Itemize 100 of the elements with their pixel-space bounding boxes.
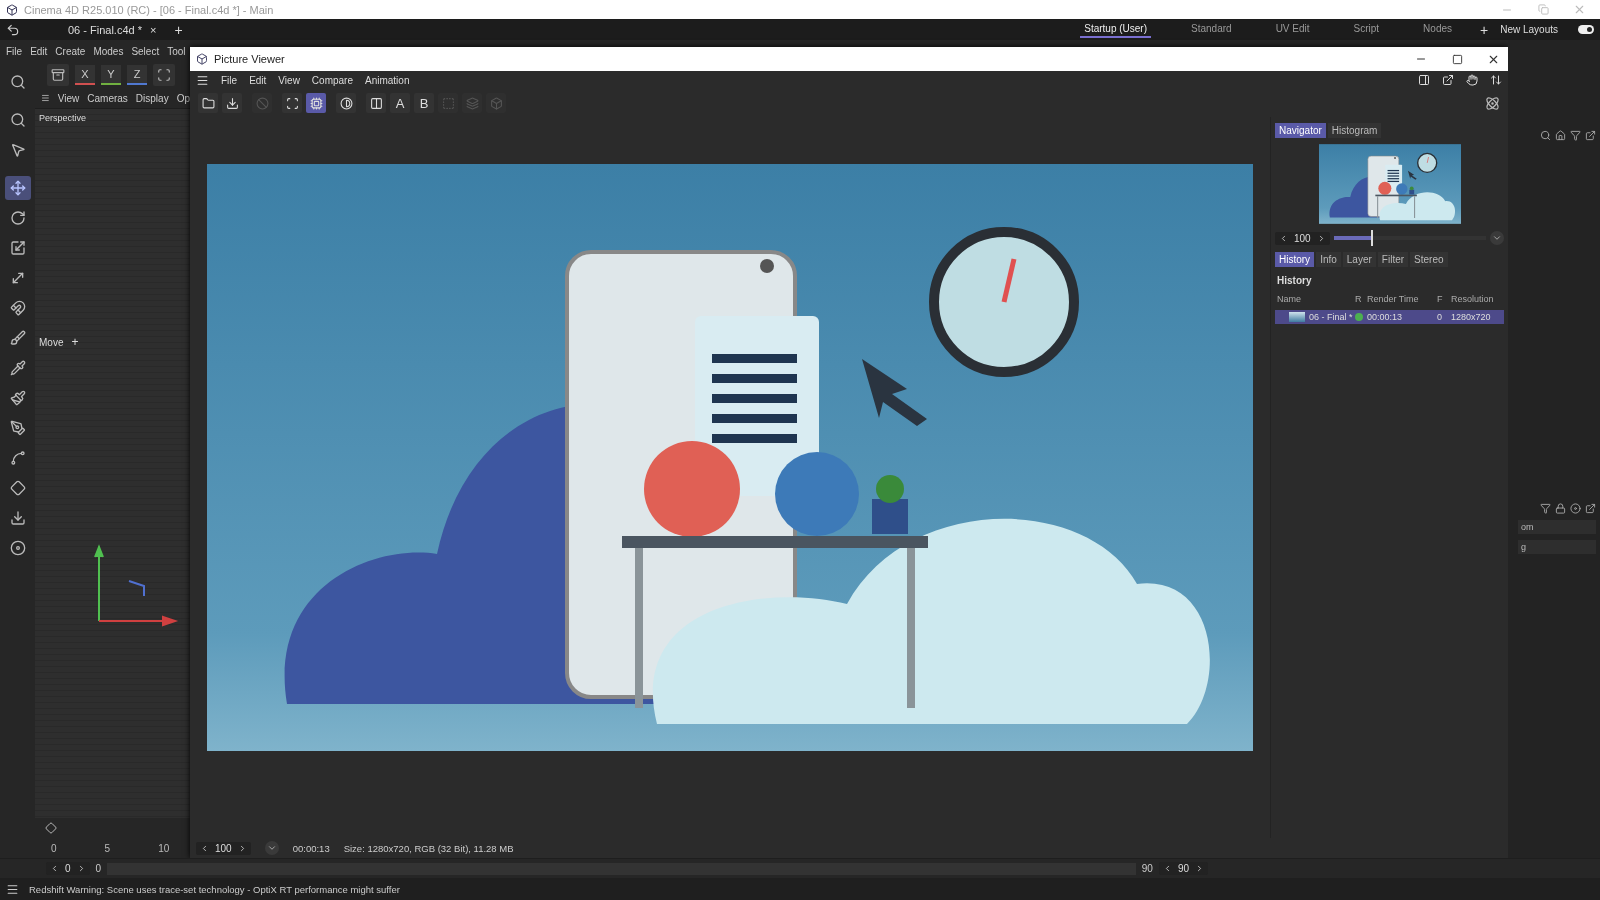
- panel-tab[interactable]: Stereo: [1410, 252, 1448, 267]
- menu-icon[interactable]: [6, 882, 19, 896]
- menu-item[interactable]: View: [278, 74, 300, 86]
- menu-item[interactable]: Create: [55, 45, 86, 57]
- add-button[interactable]: +: [71, 335, 79, 349]
- tool-button[interactable]: [4, 176, 31, 200]
- property-field[interactable]: g: [1518, 540, 1596, 554]
- menu-item[interactable]: Op: [176, 92, 190, 104]
- menu-item[interactable]: File: [6, 45, 23, 57]
- toolbar-icon: [441, 96, 455, 110]
- filter-icon[interactable]: [1570, 130, 1581, 141]
- menu-item[interactable]: Edit: [249, 74, 267, 86]
- panel-tab[interactable]: History: [1275, 252, 1315, 267]
- menu-item[interactable]: View: [57, 92, 80, 104]
- column-header: R: [1355, 294, 1363, 304]
- zoom-field[interactable]: 100: [1275, 231, 1330, 245]
- tool-icon: [9, 450, 26, 466]
- app-logo-icon: [6, 3, 18, 16]
- frame-field[interactable]: 0: [46, 862, 90, 875]
- menu-item[interactable]: File: [221, 74, 238, 86]
- layout-tab[interactable]: Nodes: [1419, 21, 1456, 38]
- history-row[interactable]: 06 - Final * 00:00:13 0 1280x720: [1275, 310, 1504, 324]
- menu-item[interactable]: Edit: [30, 45, 48, 57]
- menu-item[interactable]: Animation: [365, 74, 410, 86]
- slider-thumb[interactable]: [1370, 230, 1373, 246]
- archive-button[interactable]: [47, 64, 69, 86]
- chevron-right-icon[interactable]: [1195, 864, 1204, 873]
- document-tab[interactable]: 06 - Final.c4d * ×: [62, 19, 163, 40]
- axis-lock-button[interactable]: X: [75, 65, 95, 85]
- atom-icon[interactable]: [1485, 95, 1500, 111]
- layout-tab[interactable]: Script: [1349, 21, 1384, 38]
- image-info: Size: 1280x720, RGB (32 Bit), 11.28 MB: [343, 842, 514, 854]
- document-tab-label[interactable]: 06 - Final.c4d *: [68, 23, 142, 36]
- add-layout-button[interactable]: +: [1480, 21, 1489, 38]
- undo-icon[interactable]: [6, 22, 20, 37]
- search-icon[interactable]: [1540, 130, 1551, 141]
- hand-icon[interactable]: [1466, 74, 1478, 86]
- keyframe-icon[interactable]: [45, 822, 57, 834]
- frame-button[interactable]: [153, 64, 175, 86]
- panel-tab[interactable]: Histogram: [1327, 123, 1382, 138]
- panel-tab[interactable]: Filter: [1377, 252, 1409, 267]
- menu-item[interactable]: Modes: [93, 45, 124, 57]
- property-field[interactable]: om: [1518, 520, 1596, 534]
- toolbar-button[interactable]: [306, 93, 326, 113]
- target-icon[interactable]: [1570, 503, 1581, 514]
- panel-tab[interactable]: Navigator: [1275, 123, 1326, 138]
- render-time: 00:00:13: [292, 842, 330, 854]
- frame-field[interactable]: 90: [1158, 862, 1208, 875]
- panel-icon[interactable]: [1418, 74, 1430, 86]
- menu-item[interactable]: Cameras: [87, 92, 128, 104]
- axis-lock-button[interactable]: Z: [127, 65, 147, 85]
- chevron-left-icon[interactable]: [200, 843, 209, 853]
- menu-icon[interactable]: [41, 92, 50, 104]
- toolbar-icon: [255, 96, 269, 110]
- filter-icon[interactable]: [1540, 503, 1551, 514]
- add-tab-button[interactable]: +: [174, 21, 183, 38]
- panel-tab[interactable]: Info: [1316, 252, 1341, 267]
- frame-value: 0: [95, 863, 102, 874]
- viewer-logo-icon: [196, 53, 208, 65]
- external-link-icon[interactable]: [1585, 503, 1596, 514]
- chevron-down-icon: [266, 843, 277, 853]
- home-icon[interactable]: [1555, 130, 1566, 141]
- layout-tab[interactable]: Startup (User): [1080, 21, 1152, 38]
- panel-tab[interactable]: Layer: [1342, 252, 1376, 267]
- tab-close-button[interactable]: ×: [150, 23, 157, 36]
- layout-tab[interactable]: UV Edit: [1271, 21, 1314, 38]
- toolbar-button[interactable]: [366, 93, 386, 113]
- arrows-icon[interactable]: [1490, 74, 1502, 86]
- column-header: Render Time: [1367, 294, 1420, 304]
- external-link-icon[interactable]: [1585, 130, 1596, 141]
- layout-tab[interactable]: Standard: [1187, 21, 1236, 38]
- toolbar-icon: [201, 96, 215, 110]
- chevron-left-icon[interactable]: [50, 864, 59, 873]
- tool-icon: [9, 240, 26, 256]
- menu-item[interactable]: Select: [131, 45, 160, 57]
- column-header: Resolution: [1451, 294, 1495, 304]
- tool-icon: [9, 390, 26, 406]
- toolbar-button[interactable]: [222, 93, 242, 113]
- tool-icon: [9, 210, 26, 226]
- ruler-label: 0: [51, 842, 57, 854]
- axis-lock-button[interactable]: Y: [101, 65, 121, 85]
- lock-icon[interactable]: [1555, 503, 1566, 514]
- toolbar-button[interactable]: [198, 93, 218, 113]
- toolbar-button[interactable]: [282, 93, 302, 113]
- toolbar-icon: [489, 96, 503, 110]
- menu-icon[interactable]: [196, 73, 209, 87]
- toolbar-button[interactable]: [336, 93, 356, 113]
- menu-item[interactable]: Tool: [167, 45, 186, 57]
- zoom-field[interactable]: 100: [196, 841, 251, 855]
- toolbar-button[interactable]: B: [414, 93, 434, 113]
- menu-item[interactable]: Display: [135, 92, 169, 104]
- dropdown-button[interactable]: [264, 841, 279, 855]
- dropdown-button[interactable]: [1490, 231, 1504, 245]
- tool-icon: [9, 540, 26, 556]
- menu-item[interactable]: Compare: [311, 74, 353, 86]
- toolbar-button[interactable]: A: [390, 93, 410, 113]
- chevron-left-icon[interactable]: [1279, 233, 1288, 243]
- toggle-switch[interactable]: [1578, 25, 1594, 34]
- camera-label: Perspective: [39, 113, 88, 123]
- external-link-icon[interactable]: [1442, 74, 1454, 86]
